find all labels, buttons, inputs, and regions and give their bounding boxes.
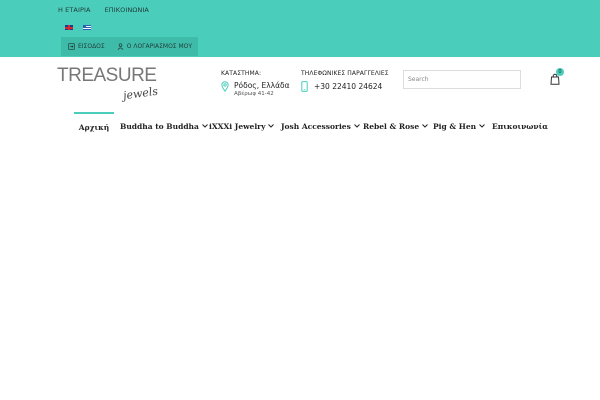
nav-item-label: Josh Accessories (281, 121, 351, 131)
account-bar: ΕΙΣΟΔΟΣ Ο ΛΟΓΑΡΙΑΣΜΟΣ ΜΟΥ (61, 37, 198, 56)
nav-item-josh-accessories[interactable]: Josh Accessories (281, 112, 360, 140)
phone-info: ΤΗΛΕΦΩΝΙΚΕΣ ΠΑΡΑΓΓΕΛΙΕΣ +30 22410 24624 (301, 70, 389, 92)
nav-item-pig-and-hen[interactable]: Pig & Hen (433, 112, 485, 140)
nav-item-label: Buddha to Buddha (120, 121, 199, 131)
logo-script: jewels (122, 84, 159, 103)
login-button[interactable]: ΕΙΣΟΔΟΣ (68, 43, 105, 50)
company-link[interactable]: Η ΕΤΑΙΡΙΑ (58, 6, 91, 14)
nav-item-label: Pig & Hen (433, 121, 477, 131)
phone-number[interactable]: +30 22410 24624 (314, 82, 382, 91)
chevron-down-icon (479, 124, 485, 128)
chevron-down-icon (202, 124, 208, 128)
cart-button[interactable]: 0 (550, 68, 564, 85)
greek-flag-icon[interactable] (83, 25, 91, 30)
mobile-phone-icon (301, 81, 308, 92)
nav-item-contact[interactable]: Επικοινωνία (492, 112, 548, 140)
phone-label: ΤΗΛΕΦΩΝΙΚΕΣ ΠΑΡΑΓΓΕΛΙΕΣ (301, 70, 389, 77)
cart-count-badge: 0 (556, 68, 564, 76)
main-navigation: Αρχική Buddha to Buddha iXXXi Jewelry Jo… (0, 112, 600, 140)
uk-flag-icon[interactable] (65, 25, 73, 30)
nav-item-label: Αρχική (78, 122, 110, 132)
my-account-label: Ο ΛΟΓΑΡΙΑΣΜΟΣ ΜΟΥ (126, 43, 193, 50)
nav-item-buddha-to-buddha[interactable]: Buddha to Buddha (120, 112, 208, 140)
store-label: ΚΑΤΑΣΤΗΜΑ: (221, 70, 262, 77)
chevron-down-icon (353, 124, 360, 128)
language-switcher (65, 25, 91, 30)
logo-wordmark: TREASURE (57, 65, 157, 86)
nav-item-label: iXXXi Jewelry (209, 121, 266, 131)
contact-link[interactable]: ΕΠΙΚΟΙΝΩΝΙΑ (105, 6, 149, 14)
map-pin-icon (221, 81, 229, 92)
top-bar: Η ΕΤΑΙΡΙΑ ΕΠΙΚΟΙΝΩΝΙΑ ΕΙΣΟΔΟΣ Ο ΛΟΓΑΡΙΑΣ… (0, 0, 600, 57)
login-label: ΕΙΣΟΔΟΣ (78, 43, 105, 50)
store-city: Ρόδος, Ελλάδα (234, 81, 290, 90)
nav-item-ixxxi-jewelry[interactable]: iXXXi Jewelry (209, 112, 275, 140)
nav-item-home[interactable]: Αρχική (74, 112, 114, 140)
nav-item-rebel-and-rose[interactable]: Rebel & Rose (363, 112, 428, 140)
nav-item-label: Επικοινωνία (492, 121, 549, 131)
nav-item-label: Rebel & Rose (363, 121, 420, 131)
chevron-down-icon (422, 124, 428, 128)
store-info: ΚΑΤΑΣΤΗΜΑ: Ρόδος, Ελλάδα Αβέρωφ 41-42 (221, 70, 290, 97)
my-account-button[interactable]: Ο ΛΟΓΑΡΙΑΣΜΟΣ ΜΟΥ (117, 43, 192, 50)
chevron-down-icon (268, 124, 275, 128)
site-logo[interactable]: TREASURE jewels (57, 66, 167, 106)
user-icon (117, 43, 123, 50)
search-input[interactable] (403, 70, 521, 89)
login-icon (68, 43, 75, 50)
store-address: Αβέρωφ 41-42 (234, 91, 274, 97)
top-links: Η ΕΤΑΙΡΙΑ ΕΠΙΚΟΙΝΩΝΙΑ (58, 6, 149, 14)
